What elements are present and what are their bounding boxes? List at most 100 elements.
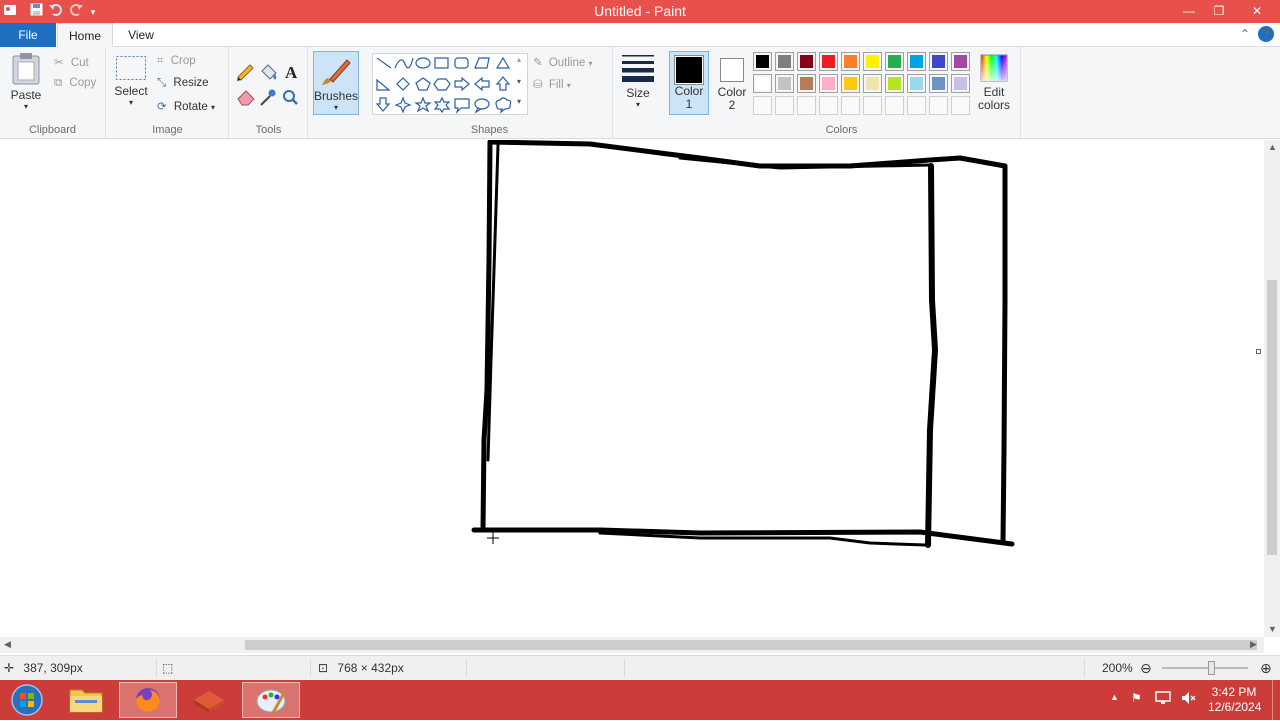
size-dropdown-icon[interactable]: ▾: [618, 100, 658, 109]
palette-swatch[interactable]: [929, 74, 948, 93]
zoom-slider-track[interactable]: [1162, 667, 1248, 669]
palette-swatch[interactable]: [885, 52, 904, 71]
shapes-expand-icon[interactable]: ▾: [517, 97, 521, 106]
collapse-ribbon-icon[interactable]: ⌃: [1240, 27, 1250, 41]
horizontal-scroll-thumb[interactable]: [245, 640, 1257, 650]
clock[interactable]: 3:42 PM 12/6/2024: [1208, 685, 1261, 715]
network-icon[interactable]: [1155, 690, 1171, 709]
palette-swatch[interactable]: [753, 52, 772, 71]
custom-color-slot[interactable]: [753, 96, 772, 115]
palette-swatch[interactable]: [841, 74, 860, 93]
vertical-scrollbar[interactable]: ▲ ▼: [1264, 140, 1280, 637]
four-point-star-shape-icon[interactable]: [394, 96, 412, 114]
pentagon-shape-icon[interactable]: [415, 77, 431, 91]
size-button[interactable]: Size ▾: [618, 53, 658, 109]
rounded-rectangle-shape-icon[interactable]: [454, 57, 469, 69]
shapes-scroll-down-icon[interactable]: ▾: [517, 77, 521, 86]
palette-swatch[interactable]: [863, 74, 882, 93]
rectangle-callout-shape-icon[interactable]: [454, 98, 470, 114]
palette-swatch[interactable]: [775, 52, 794, 71]
resize-button[interactable]: ⤡ Resize: [157, 77, 209, 90]
help-icon[interactable]: ?: [1258, 26, 1274, 42]
custom-color-slot[interactable]: [929, 96, 948, 115]
action-center-flag-icon[interactable]: ⚑: [1131, 691, 1142, 705]
curve-shape-icon[interactable]: [394, 57, 414, 69]
palette-swatch[interactable]: [951, 52, 970, 71]
custom-color-slot[interactable]: [775, 96, 794, 115]
oval-shape-icon[interactable]: [415, 57, 431, 69]
custom-color-slot[interactable]: [951, 96, 970, 115]
custom-color-slot[interactable]: [863, 96, 882, 115]
select-button[interactable]: Select ▾: [113, 55, 149, 107]
palette-swatch[interactable]: [819, 52, 838, 71]
start-button[interactable]: [0, 682, 54, 718]
oval-callout-shape-icon[interactable]: [474, 98, 490, 114]
file-explorer-icon[interactable]: [57, 682, 115, 718]
scroll-left-icon[interactable]: ◀: [4, 639, 11, 650]
cloud-callout-shape-icon[interactable]: [495, 97, 512, 114]
polygon-shape-icon[interactable]: [474, 57, 490, 69]
palette-swatch[interactable]: [929, 52, 948, 71]
custom-color-slot[interactable]: [885, 96, 904, 115]
scroll-up-icon[interactable]: ▲: [1268, 142, 1277, 152]
close-icon[interactable]: ✕: [1234, 0, 1280, 22]
horizontal-scrollbar[interactable]: ◀ ▶: [0, 637, 1264, 653]
brushes-dropdown-icon[interactable]: ▾: [314, 103, 358, 112]
firefox-icon[interactable]: [119, 682, 177, 718]
hexagon-shape-icon[interactable]: [433, 78, 451, 91]
left-arrow-shape-icon[interactable]: [474, 76, 490, 92]
right-triangle-shape-icon[interactable]: [376, 78, 391, 91]
eraser-icon[interactable]: [237, 90, 255, 106]
canvas-workspace[interactable]: [0, 140, 1264, 637]
color2-button[interactable]: Color 2: [713, 51, 751, 115]
tab-view[interactable]: View: [114, 23, 168, 47]
right-arrow-shape-icon[interactable]: [454, 76, 470, 92]
scroll-right-icon[interactable]: ▶: [1250, 639, 1257, 650]
minimize-icon[interactable]: —: [1174, 0, 1204, 22]
palette-swatch[interactable]: [841, 52, 860, 71]
drawing-canvas[interactable]: [0, 140, 1264, 637]
palette-swatch[interactable]: [863, 52, 882, 71]
palette-swatch[interactable]: [885, 74, 904, 93]
zoom-in-icon[interactable]: ⊕: [1260, 656, 1272, 680]
line-shape-icon[interactable]: [376, 57, 392, 69]
up-arrow-shape-icon[interactable]: [495, 76, 511, 91]
palette-swatch[interactable]: [775, 74, 794, 93]
custom-color-slot[interactable]: [797, 96, 816, 115]
show-desktop-button[interactable]: [1272, 680, 1280, 720]
select-dropdown-icon[interactable]: ▾: [113, 98, 149, 107]
rotate-button[interactable]: ⟳ Rotate ▾: [157, 99, 215, 113]
rectangle-shape-icon[interactable]: [434, 57, 449, 69]
zoom-slider-thumb[interactable]: [1208, 661, 1215, 675]
palette-swatch[interactable]: [907, 52, 926, 71]
paste-button[interactable]: Paste ▾: [6, 51, 46, 111]
palette-swatch[interactable]: [819, 74, 838, 93]
triangle-shape-icon[interactable]: [495, 56, 511, 69]
resize-handle-right[interactable]: [1256, 349, 1261, 354]
app-icon[interactable]: [180, 682, 238, 718]
palette-swatch[interactable]: [797, 74, 816, 93]
diamond-shape-icon[interactable]: [396, 77, 410, 91]
pencil-icon[interactable]: [237, 64, 254, 81]
palette-swatch[interactable]: [951, 74, 970, 93]
brushes-button[interactable]: Brushes ▾: [313, 51, 359, 115]
edit-colors-button[interactable]: Edit colors: [973, 53, 1015, 111]
fill-button[interactable]: ⛁ Fill ▾: [533, 77, 571, 91]
text-icon[interactable]: A: [285, 63, 298, 82]
zoom-out-icon[interactable]: ⊖: [1140, 656, 1152, 680]
tab-file[interactable]: File: [0, 23, 56, 47]
palette-swatch[interactable]: [797, 52, 816, 71]
fill-icon[interactable]: [261, 64, 277, 80]
crop-button[interactable]: ⌗ Crop: [157, 55, 196, 68]
palette-swatch[interactable]: [907, 74, 926, 93]
volume-muted-icon[interactable]: [1180, 690, 1196, 709]
custom-color-slot[interactable]: [907, 96, 926, 115]
outline-button[interactable]: ✎ Outline ▾: [533, 55, 593, 69]
five-point-star-shape-icon[interactable]: [414, 96, 432, 113]
shapes-scroll-up-icon[interactable]: ▴: [517, 55, 521, 64]
scroll-down-icon[interactable]: ▼: [1268, 624, 1277, 634]
paint-icon[interactable]: [242, 682, 300, 718]
shapes-gallery[interactable]: [372, 53, 528, 115]
vertical-scroll-thumb[interactable]: [1267, 280, 1277, 555]
show-hidden-icons-icon[interactable]: ▲: [1110, 692, 1119, 702]
